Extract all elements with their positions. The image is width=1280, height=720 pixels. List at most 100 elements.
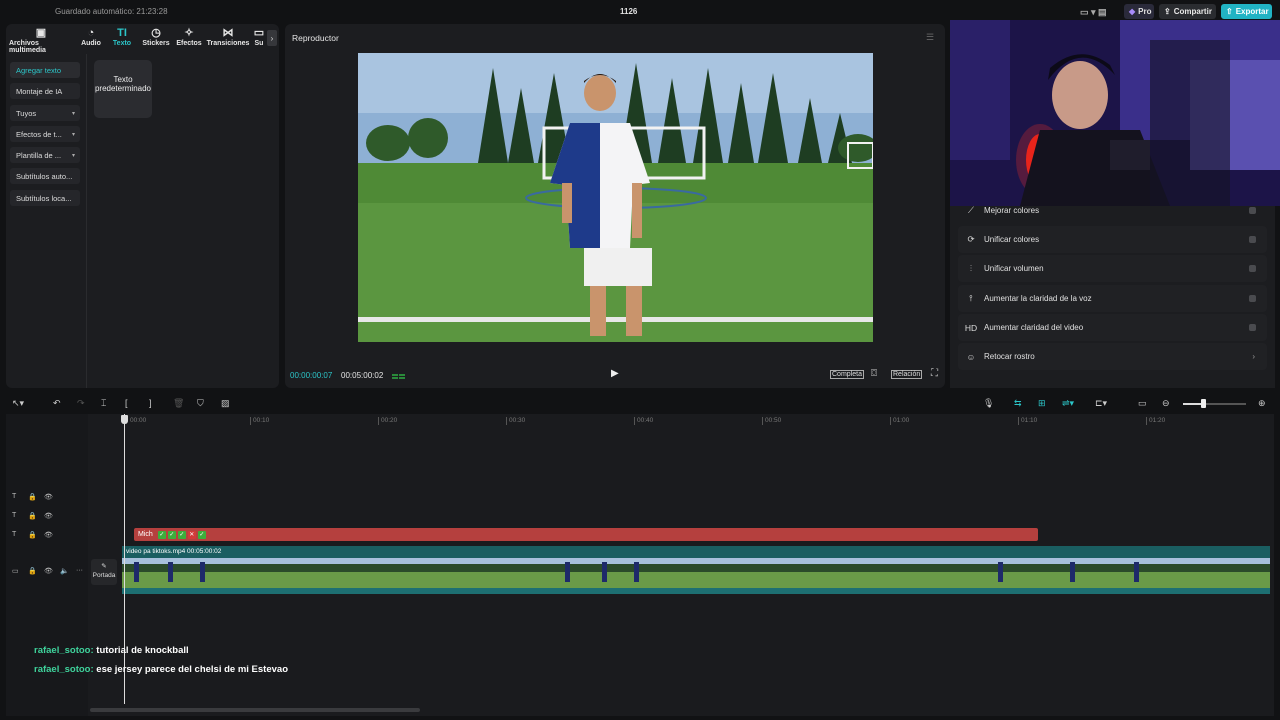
ruler-label: 00:50 [765, 417, 782, 424]
link-icon[interactable]: ⇌▾ [1062, 398, 1074, 409]
zoom-slider-handle[interactable] [1201, 399, 1206, 408]
effects-icon: ✧ [184, 27, 194, 39]
shield-icon[interactable]: ⛉ [197, 398, 204, 409]
media-tabs: ▣ Archivos multimedia ◔ Audio TI Texto ◷ Sti… [6, 24, 279, 54]
palette-icon: ⟳ [967, 234, 975, 244]
toggle[interactable] [1249, 207, 1256, 214]
sidebar-item-add-text[interactable]: Agregar texto [10, 62, 80, 78]
share-icon: ⇪ [1164, 7, 1171, 16]
project-name[interactable]: 1126 [620, 7, 637, 16]
complete-view-button[interactable]: Completa [830, 370, 864, 379]
tab-audio[interactable]: ◔ Audio [79, 27, 103, 47]
eye-icon[interactable]: 👁 [44, 567, 53, 575]
sidebar-item-yours[interactable]: Tuyos ▾ [10, 105, 80, 121]
voice-clarity-option[interactable]: ⫯ Aumentar la claridad de la voz [958, 285, 1267, 312]
diamond-icon: ◆ [1129, 7, 1136, 16]
preview-axis-icon[interactable]: ⊏▾ [1095, 398, 1107, 409]
chevron-down-icon: ▾ [71, 152, 75, 159]
zoom-in-icon[interactable]: ⊕ [1258, 398, 1266, 409]
total-time: 00:05:00:02 [341, 371, 384, 380]
tab-subtitles[interactable]: ▭ Su [253, 27, 265, 47]
video-clarity-option[interactable]: HD Aumentar claridad del video [958, 314, 1267, 341]
text-clip[interactable]: Mich ✓ ✓ ✓ ✕ ✓ [134, 528, 1038, 541]
ruler-tick [378, 417, 379, 425]
lock-icon[interactable]: 🔒 [28, 567, 37, 575]
ruler-tick [1146, 417, 1147, 425]
toggle[interactable] [1249, 265, 1256, 272]
layout-icon[interactable]: ▭ ▾ ▤ [1075, 6, 1113, 18]
tab-text[interactable]: TI Texto [110, 27, 134, 47]
trim-right-icon[interactable]: ] [149, 398, 152, 408]
ruler-label: 00:20 [381, 417, 398, 424]
ruler-tick [762, 417, 763, 425]
share-button[interactable]: ⇪ Compartir [1159, 4, 1216, 19]
lock-icon[interactable]: 🔒 [28, 493, 37, 501]
media-edit-icon[interactable]: ▨ [221, 398, 230, 409]
eye-icon[interactable]: 👁 [44, 493, 53, 501]
menu-icon[interactable]: ☰ [926, 32, 934, 43]
aspect-ratio-button[interactable]: Relación [891, 370, 923, 379]
pencil-icon: ✎ [101, 563, 107, 570]
chevron-right-icon[interactable]: › [267, 30, 277, 46]
text-track-icon: T [12, 493, 17, 500]
video-clip-header[interactable]: video pa tiktoks.mp4 00:05:00:02 [122, 546, 1270, 558]
sidebar-item-templates[interactable]: Plantilla de ... ▾ [10, 147, 80, 163]
tab-stickers[interactable]: ◷ Stickers [142, 27, 170, 47]
undo-icon[interactable]: ↶ [53, 398, 61, 409]
video-preview[interactable] [358, 53, 873, 342]
unify-volume-option[interactable]: ⫶ Unificar volumen [958, 255, 1267, 282]
video-frame-image [358, 53, 873, 342]
sidebar-item-text-effects[interactable]: Efectos de t... ▾ [10, 126, 80, 142]
link-main-track-icon[interactable]: ⇆ [1014, 398, 1022, 409]
cover-button[interactable]: ✎ Portada [91, 559, 117, 585]
export-button[interactable]: ⇧ Exportar [1221, 4, 1272, 19]
more-icon[interactable]: ··· [76, 567, 83, 574]
video-clip-thumbnails[interactable] [122, 558, 1270, 594]
eye-icon[interactable]: 👁 [44, 512, 53, 520]
pro-button[interactable]: ◆ Pro [1124, 4, 1154, 19]
playhead-handle[interactable] [121, 415, 128, 424]
unify-colors-option[interactable]: ⟳ Unificar colores [958, 226, 1267, 253]
media-icon: ▣ [35, 27, 47, 39]
retouch-face-option[interactable]: ☺ Retocar rostro › [958, 343, 1267, 370]
play-icon[interactable]: ▶ [611, 368, 619, 379]
divider [86, 54, 87, 388]
lock-icon[interactable]: 🔒 [28, 512, 37, 520]
horizontal-scrollbar[interactable] [90, 708, 420, 712]
lock-icon[interactable]: 🔒 [28, 531, 37, 539]
cross-icon: ✕ [187, 530, 196, 539]
default-text-card[interactable]: Texto predeterminado [94, 60, 152, 118]
speaker-icon[interactable]: 🔈 [60, 567, 69, 575]
volume-levels-icon: ⫶ [969, 263, 973, 273]
eye-icon[interactable]: 👁 [44, 531, 53, 539]
text-icon: TI [117, 27, 127, 39]
sidebar-item-ai-montage[interactable]: Montaje de IA [10, 83, 80, 99]
toggle[interactable] [1249, 295, 1256, 302]
trim-left-icon[interactable]: [ [125, 398, 128, 408]
tab-media[interactable]: ▣ Archivos multimedia [9, 27, 73, 54]
chevron-down-icon: ▾ [71, 110, 75, 117]
check-icon: ✓ [167, 530, 176, 539]
fullscreen-icon[interactable]: ⛶ [931, 368, 938, 379]
select-tool-icon[interactable]: ↖▾ [12, 398, 24, 409]
tab-effects[interactable]: ✧ Efectos [175, 27, 203, 47]
export-icon: ⇧ [1226, 7, 1233, 16]
focus-icon[interactable]: ⌼ [871, 368, 877, 379]
toggle[interactable] [1249, 236, 1256, 243]
ruler-label: 01:00 [893, 417, 910, 424]
magnet-icon[interactable]: ⊞ [1038, 398, 1046, 409]
sidebar-item-local-subtitles[interactable]: Subtítulos loca... [10, 190, 80, 206]
zoom-out-icon[interactable]: ⊖ [1162, 398, 1170, 409]
delete-icon: 🗑 [173, 398, 185, 408]
caption-icon[interactable]: ▭ [1138, 398, 1147, 409]
tab-transitions[interactable]: ⋈ Transiciones [207, 27, 250, 47]
ruler-tick [506, 417, 507, 425]
microphone-icon[interactable]: 🎙 [983, 398, 994, 409]
improve-colors-option[interactable]: ⟋ Mejorar colores [958, 197, 1267, 224]
ruler-label: 00:40 [637, 417, 654, 424]
toggle[interactable] [1249, 324, 1256, 331]
split-icon[interactable]: ⌶ [101, 398, 106, 409]
video-track-icon: ▭ [12, 568, 19, 575]
check-icon: ✓ [157, 530, 166, 539]
sidebar-item-auto-subtitles[interactable]: Subtítulos auto... [10, 168, 80, 184]
